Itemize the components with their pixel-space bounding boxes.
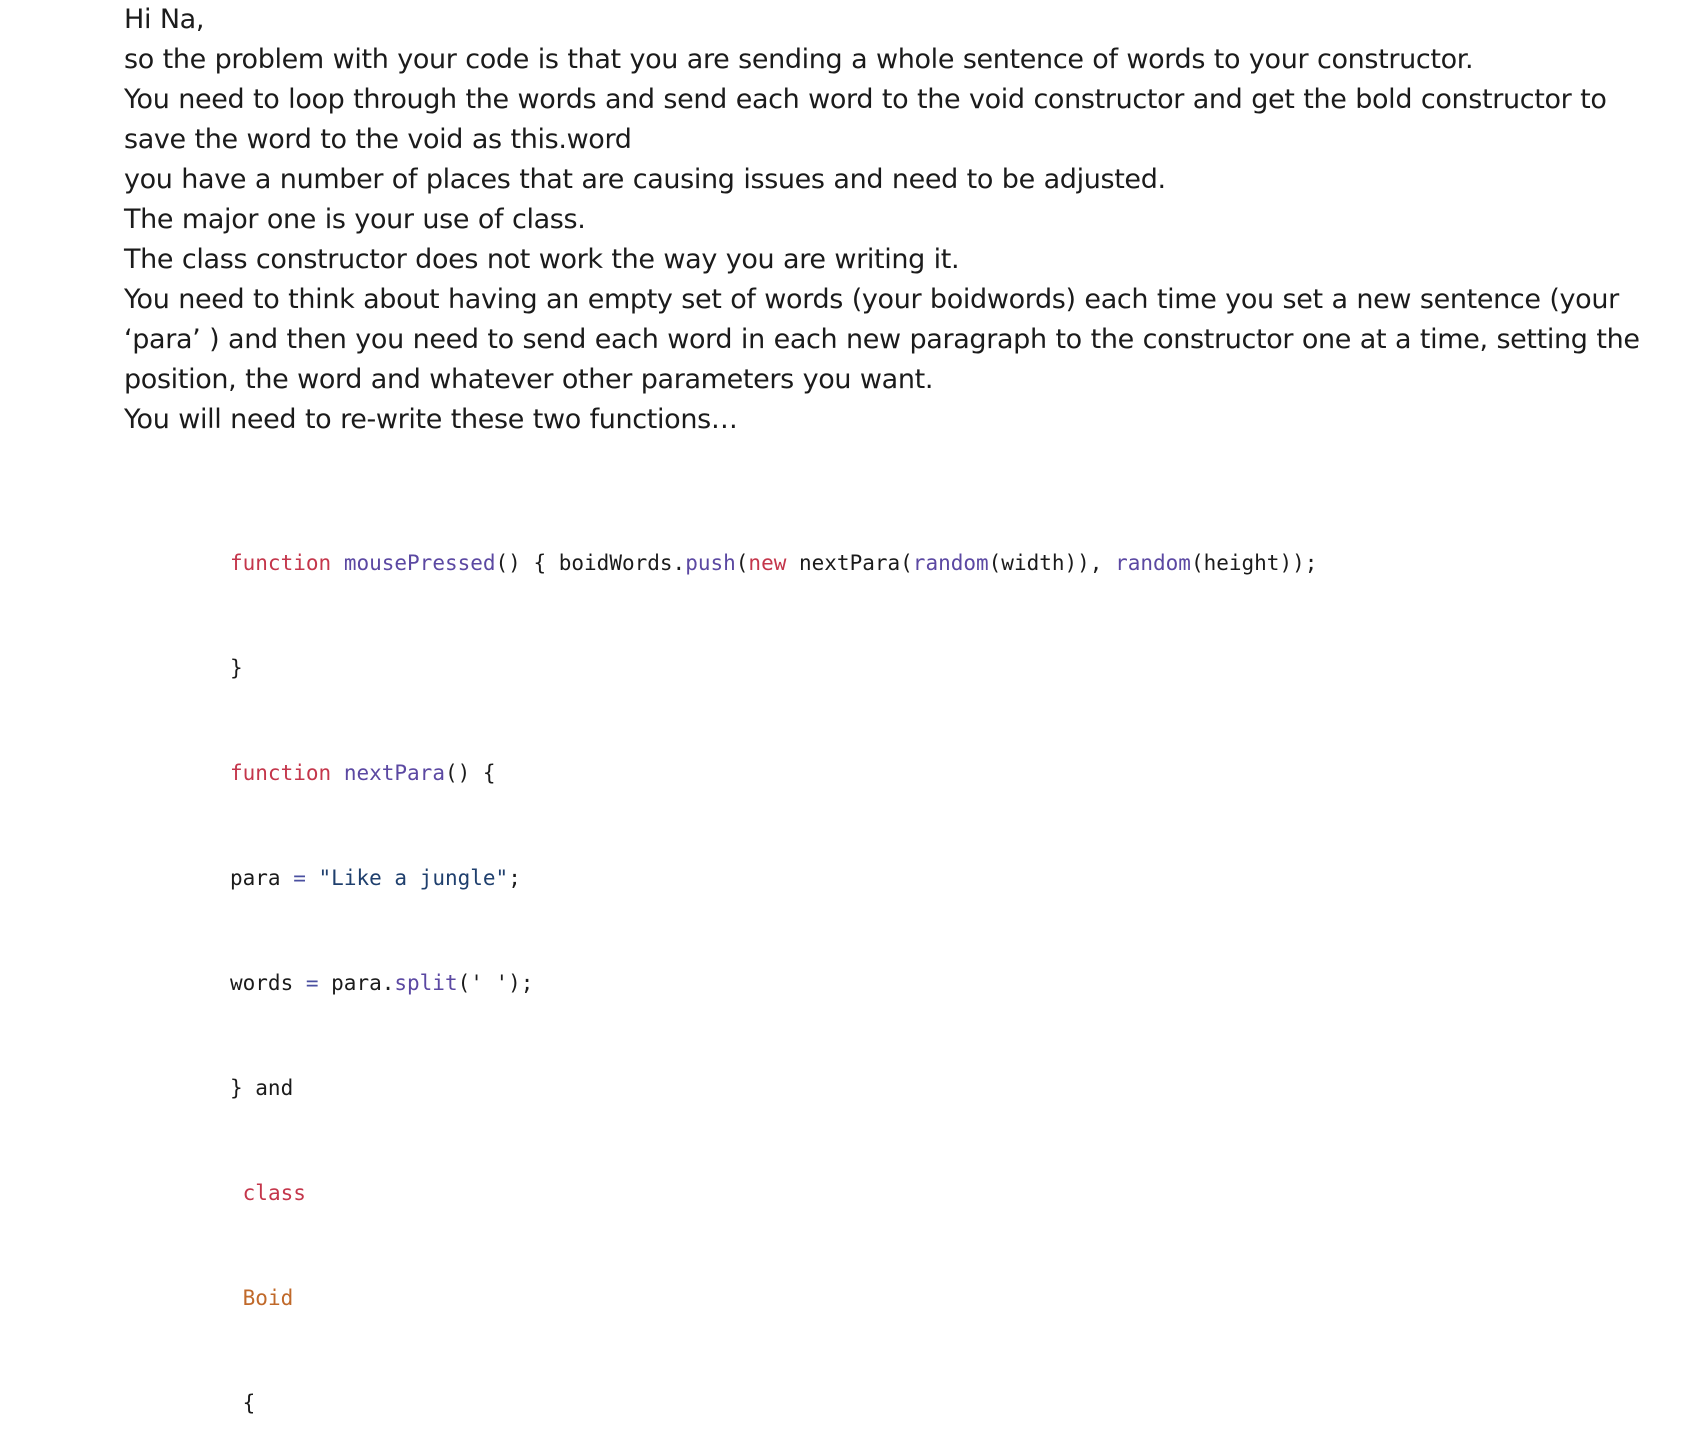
code-line: { [230,1386,1317,1421]
code-function-name: push [685,551,736,575]
post-paragraph: The class constructor does not work the … [124,244,960,275]
code-line: } and [230,1071,1317,1106]
code-text: } and [230,1076,294,1100]
code-text: (' '); [457,971,534,995]
code-function-name: split [394,971,458,995]
code-operator: = [293,866,306,890]
code-function-name: random [1115,551,1191,575]
code-text: words [230,971,306,995]
code-text: ( [735,551,749,575]
code-function-name: random [912,551,989,575]
code-line: } [230,651,1317,686]
code-line: class [230,1176,1317,1211]
code-text: { [242,1391,256,1415]
post-paragraph: You need to think about having an empty … [124,284,1640,395]
post-paragraph: so the problem with your code is that yo… [124,44,1474,75]
code-function-name: nextPara [343,761,445,785]
post-body: Hi Na, so the problem with your code is … [124,0,1644,440]
post-paragraph: you have a number of places that are cau… [124,164,1166,195]
code-keyword: class [242,1181,306,1205]
code-text: para. [318,971,395,995]
code-text: para [230,866,294,890]
code-text: } [230,656,243,680]
code-line: function mousePressed() { boidWords.push… [230,546,1317,581]
code-line: Boid [230,1281,1317,1316]
post-paragraph: You need to loop through the words and s… [124,84,1607,155]
code-line: words = para.split(' '); [230,966,1317,1001]
post-paragraph: You will need to re-write these two func… [124,404,738,435]
greeting-text: Hi Na, [124,4,205,35]
code-text: (height)); [1190,551,1318,575]
code-text: () { [444,761,496,785]
code-block: function mousePressed() { boidWords.push… [230,476,1317,1456]
code-line: function nextPara() { [230,756,1317,791]
code-text: () { boidWords. [495,551,686,575]
code-keyword: function [230,761,332,785]
code-text: nextPara( [786,551,913,575]
code-keyword: new [748,551,787,575]
post-paragraph: The major one is your use of class. [124,204,586,235]
code-keyword: function [230,551,332,575]
code-operator: = [305,971,319,995]
code-function-name: mousePressed [343,551,496,575]
code-string: "Like a jungle" [318,866,509,890]
code-line: para = "Like a jungle"; [230,861,1317,896]
code-text: (width)), [988,551,1116,575]
code-text: ; [508,866,521,890]
code-class-name: Boid [242,1286,294,1310]
